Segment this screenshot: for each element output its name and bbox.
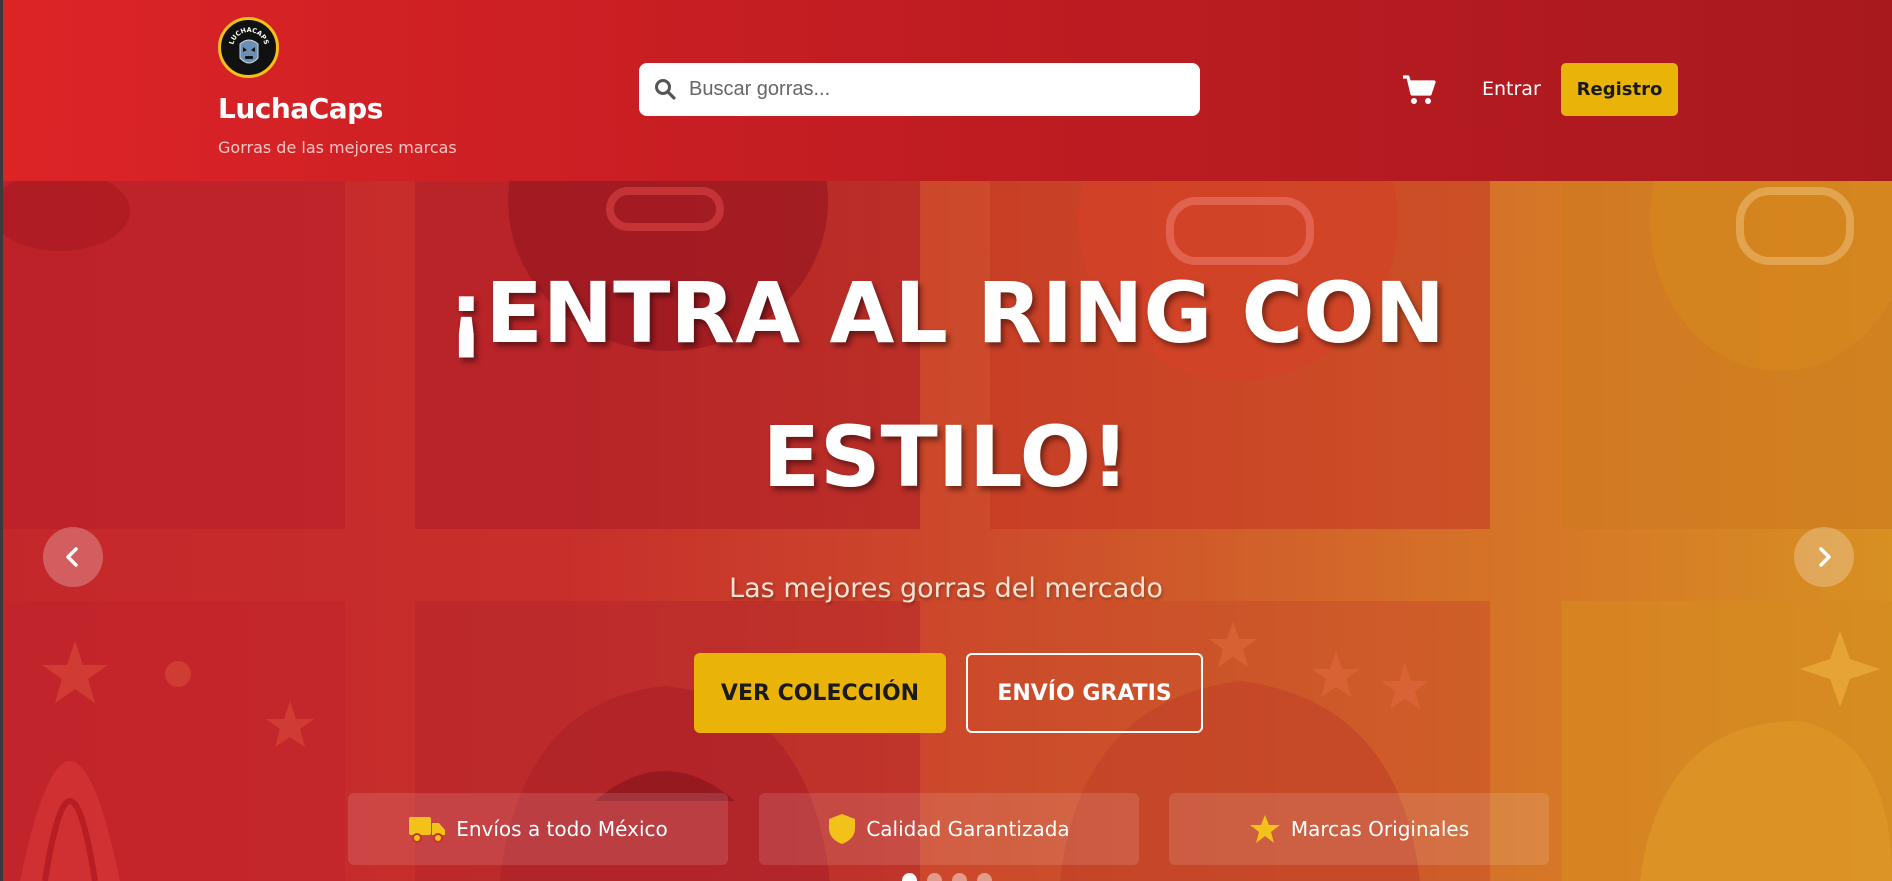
hero-subtitle: Las mejores gorras del mercado: [729, 573, 1163, 604]
carousel-next-button[interactable]: [1794, 527, 1854, 587]
brand-logo[interactable]: LUCHACAPS: [218, 17, 279, 78]
truck-icon: [409, 817, 446, 843]
carousel-dot[interactable]: [952, 873, 967, 881]
feature-label: Marcas Originales: [1290, 817, 1470, 841]
view-collection-button[interactable]: VER COLECCIÓN: [694, 653, 946, 733]
mask-logo-icon: LUCHACAPS: [227, 25, 270, 63]
hero-carousel: ¡ENTRA AL RING CON ESTILO! Las mejores g…: [0, 181, 1892, 881]
carousel-prev-button[interactable]: [43, 527, 103, 587]
free-shipping-button[interactable]: ENVÍO GRATIS: [966, 653, 1203, 733]
site-header: LUCHACAPS LuchaCaps Gorras de las mejore…: [0, 0, 1892, 181]
brand-tagline: Gorras de las mejores marcas: [218, 138, 457, 157]
carousel-dot[interactable]: [927, 873, 942, 881]
feature-label: Calidad Garantizada: [866, 817, 1070, 841]
carousel-dot[interactable]: [902, 873, 917, 881]
cart-icon: [1403, 75, 1436, 104]
star-icon: [1249, 815, 1280, 843]
feature-quality: Calidad Garantizada: [759, 793, 1139, 865]
chevron-left-icon: [66, 547, 78, 567]
search-input[interactable]: [689, 63, 1189, 116]
carousel-indicators: [902, 873, 992, 881]
feature-brands: Marcas Originales: [1169, 793, 1549, 865]
window-edge: [0, 0, 3, 881]
feature-label: Envíos a todo México: [456, 817, 668, 841]
cart-button[interactable]: [1402, 74, 1436, 106]
search-icon: [655, 79, 676, 100]
chevron-right-icon: [1819, 547, 1831, 567]
brand-name[interactable]: LuchaCaps: [218, 92, 383, 125]
login-link[interactable]: Entrar: [1482, 78, 1541, 100]
carousel-dot[interactable]: [977, 873, 992, 881]
search-bar[interactable]: [639, 63, 1200, 116]
register-button[interactable]: Registro: [1561, 63, 1678, 116]
shield-icon: [829, 814, 856, 844]
feature-shipping: Envíos a todo México: [348, 793, 728, 865]
hero-title: ¡ENTRA AL RING CON ESTILO!: [447, 264, 1445, 506]
